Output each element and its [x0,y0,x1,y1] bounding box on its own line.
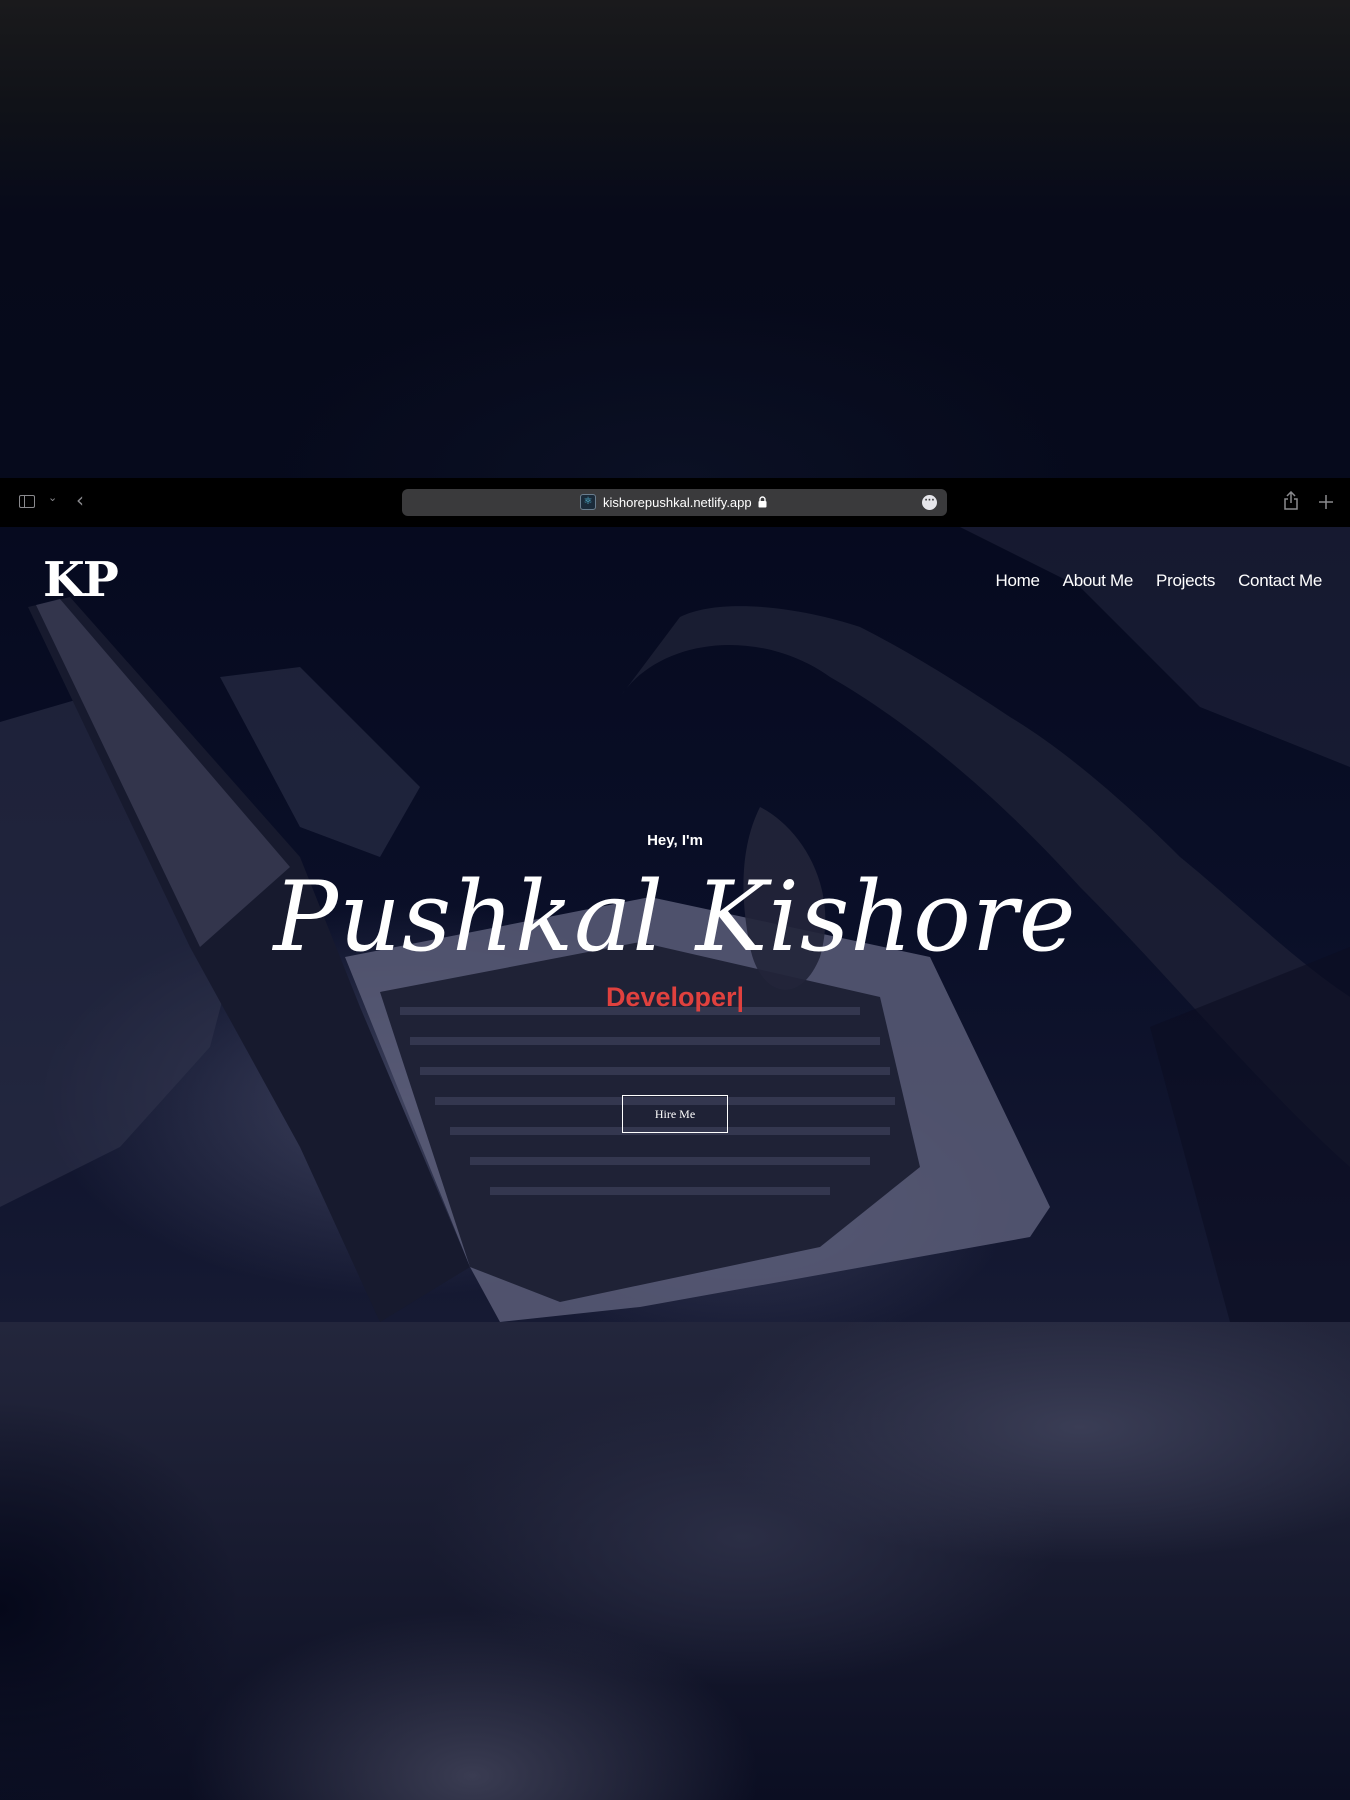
hero-name: Pushkal Kishore [273,861,1077,973]
sidebar-toggle-icon[interactable] [19,495,35,508]
main-nav: Home About Me Projects Contact Me [996,571,1323,591]
browser-toolbar: ⌄ ‹ ⚛ kishorepushkal.netlify.app ··· [0,478,1350,527]
blurred-backdrop-top [0,0,1350,478]
hero-role: Developer| [605,982,745,1012]
hero-greeting: Hey, I'm [647,832,703,849]
hero-section: KP Home About Me Projects Contact Me Hey… [0,527,1350,1322]
react-atom-icon: ⚛ [580,494,596,510]
hire-me-button[interactable]: Hire Me [622,1095,728,1133]
nav-home[interactable]: Home [996,571,1040,591]
chevron-down-icon[interactable]: ⌄ [48,491,57,504]
url-text[interactable]: kishorepushkal.netlify.app [603,495,752,510]
site-logo[interactable]: KP [43,556,119,604]
share-icon[interactable] [1283,491,1299,511]
address-bar[interactable]: ⚛ kishorepushkal.netlify.app ··· [402,489,947,516]
nav-about-me[interactable]: About Me [1063,571,1134,591]
blurred-backdrop-bottom [0,1322,1350,1800]
more-icon[interactable]: ··· [922,495,937,510]
nav-contact-me[interactable]: Contact Me [1238,571,1322,591]
back-chevron-icon[interactable]: ‹ [76,488,84,512]
plus-icon[interactable] [1318,494,1334,510]
lock-icon [758,496,767,508]
nav-projects[interactable]: Projects [1156,571,1215,591]
